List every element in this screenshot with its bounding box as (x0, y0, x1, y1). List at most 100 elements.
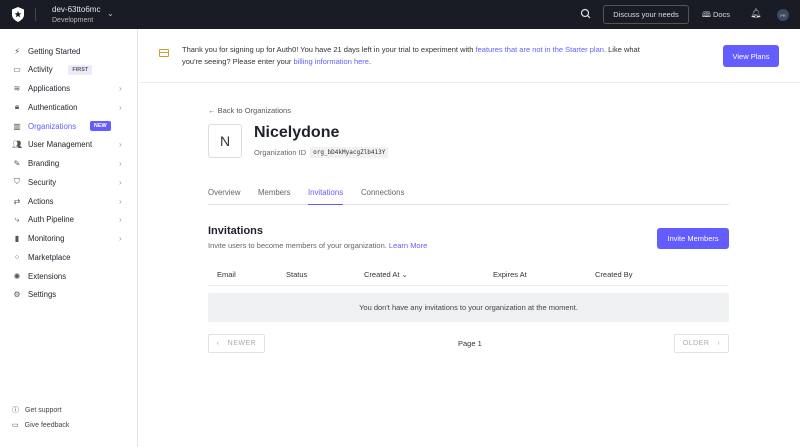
grid-icon: ⁘ (13, 252, 21, 262)
org-id-label: Organization ID (254, 148, 307, 157)
sidebar-item-label: Marketplace (28, 252, 71, 262)
chevron-right-icon: › (119, 159, 122, 168)
sidebar-item-label: Auth Pipeline (28, 215, 74, 225)
extension-icon: ✺ (13, 271, 21, 281)
activity-icon: ▭ (13, 65, 21, 75)
sidebar-item-auth-pipeline[interactable]: ⤷ Auth Pipeline › (0, 211, 138, 229)
get-support-label: Get support (25, 406, 62, 414)
stack-icon: ≋ (13, 84, 21, 93)
banner-text-3: . (368, 56, 372, 66)
chevron-right-icon: › (119, 140, 122, 150)
search-icon[interactable] (580, 8, 592, 20)
sidebar-item-branding[interactable]: ✎ Branding › (0, 155, 138, 173)
sidebar-item-monitoring[interactable]: ▮ Monitoring › (0, 230, 138, 248)
tab-overview[interactable]: Overview (208, 188, 241, 204)
sidebar-item-activity[interactable]: ▭ Activity FIRST (0, 61, 138, 79)
sidebar-item-label: Extensions (28, 271, 67, 281)
created-at-label: Created At (364, 270, 400, 279)
empty-state: You don't have any invitations to your o… (208, 293, 729, 322)
chevron-right-icon: › (119, 196, 122, 206)
help-icon: ⓘ (12, 407, 19, 414)
docs-link[interactable]: 🕮 Docs (702, 9, 730, 22)
sidebar-item-marketplace[interactable]: ⁘ Marketplace (0, 248, 138, 266)
section-title: Invitations (208, 225, 264, 237)
sidebar-item-label: Security (28, 177, 57, 187)
newer-button[interactable]: ‹ NEWER (208, 334, 265, 353)
sidebar-item-getting-started[interactable]: ⚡︎ Getting Started (0, 42, 138, 60)
sidebar-item-label: User Management (28, 140, 93, 150)
get-support-link[interactable]: ⓘ Get support (12, 405, 62, 415)
sidebar-badge: FIRST (68, 64, 93, 75)
divider (208, 285, 729, 286)
give-feedback-label: Give feedback (24, 421, 70, 429)
lock-icon: 🔒︎ (14, 102, 20, 112)
sidebar-item-security[interactable]: ⛉ Security › (0, 173, 138, 191)
bolt-icon: ⚡︎ (14, 46, 20, 56)
tenant-name[interactable]: dev-63tto6mc (52, 5, 100, 14)
chevron-right-icon: › (119, 84, 122, 93)
sidebar-item-applications[interactable]: ≋ Applications › (0, 80, 138, 98)
pipeline-icon: ⤷ (14, 214, 20, 224)
tabs: Overview Members Invitations Connections (208, 184, 729, 205)
chevron-right-icon: › (119, 215, 122, 225)
chevron-right-icon: › (119, 102, 122, 112)
back-label: Back to Organizations (217, 106, 291, 115)
users-icon: 👥︎ (11, 140, 23, 150)
sidebar: ⓘ Get support ▭ Give feedback ⚡︎ Getting St… (0, 29, 138, 447)
sidebar-item-settings[interactable]: ⚙ Settings (0, 286, 138, 304)
back-to-organizations-link[interactable]: ← Back to Organizations (208, 106, 291, 115)
brush-icon: ✎ (13, 159, 21, 168)
sidebar-item-actions[interactable]: ⇄ Actions › (0, 192, 138, 210)
view-plans-button[interactable]: View Plans (723, 45, 779, 67)
column-expires-at: Expires At (493, 270, 527, 279)
older-label: OLDER (682, 340, 710, 347)
tab-invitations[interactable]: Invitations (308, 188, 344, 205)
chevron-right-icon: › (119, 234, 122, 243)
actions-icon: ⇄ (13, 196, 21, 206)
book-icon: 🕮 (702, 10, 713, 19)
org-id-value[interactable]: org_bD4kMyacgZlb413Y (310, 147, 389, 158)
subtitle-text: Invite users to become members of your o… (208, 241, 389, 250)
sidebar-item-label: Authentication (28, 102, 78, 112)
give-feedback-link[interactable]: ▭ Give feedback (12, 421, 70, 430)
invite-members-button[interactable]: Invite Members (657, 228, 729, 249)
features-link[interactable]: features that are not in the Starter pla… (476, 45, 604, 54)
sidebar-item-label: Settings (28, 290, 57, 300)
chevron-down-icon[interactable]: ⌄ (107, 9, 114, 18)
tab-connections[interactable]: Connections (361, 188, 404, 204)
sidebar-item-authentication[interactable]: 🔒︎ Authentication › (0, 98, 138, 116)
learn-more-link[interactable]: Learn More (389, 241, 427, 250)
docs-label: Docs (712, 10, 731, 19)
column-created-by: Created By (595, 270, 633, 279)
bell-icon[interactable]: 🔔︎ (750, 8, 761, 19)
column-created-at[interactable]: Created At ⌄ (364, 270, 408, 279)
banner-text-1: Thank you for signing up for Auth0! You … (182, 45, 476, 54)
divider (35, 8, 36, 21)
discuss-needs-button[interactable]: Discuss your needs (603, 5, 689, 24)
sidebar-item-label: Activity (28, 65, 53, 75)
newer-label: NEWER (227, 340, 257, 347)
auth0-logo-icon[interactable] (11, 7, 25, 22)
column-email: Email (217, 270, 236, 279)
tenant-environment: Development (52, 17, 94, 24)
sidebar-item-extensions[interactable]: ✺ Extensions (0, 267, 138, 285)
chevron-right-icon: › (119, 177, 122, 187)
sidebar-item-label: Actions (28, 196, 54, 206)
sidebar-item-user-management[interactable]: 👥︎ User Management › (0, 136, 138, 154)
chevron-right-icon: › (717, 340, 721, 347)
page-indicator: Page 1 (458, 339, 482, 348)
sort-chevron-icon: ⌄ (401, 270, 408, 279)
sidebar-item-organizations[interactable]: ▥ Organizations NEW (0, 117, 138, 135)
older-button[interactable]: OLDER › (674, 334, 729, 353)
org-avatar: N (208, 124, 242, 158)
tab-members[interactable]: Members (258, 188, 291, 204)
page-title: Nicelydone (254, 124, 340, 141)
top-bar: dev-63tto6mc Development ⌄ Discuss your … (0, 0, 800, 29)
trial-banner: Thank you for signing up for Auth0! You … (139, 29, 800, 83)
billing-link[interactable]: billing information here (294, 57, 369, 66)
avatar[interactable]: PR (777, 9, 789, 21)
chevron-left-icon: ‹ (216, 340, 220, 347)
arrow-left-icon: ← (208, 106, 218, 115)
gear-icon: ⚙ (13, 290, 21, 300)
shield-icon: ⛉ (14, 177, 20, 187)
